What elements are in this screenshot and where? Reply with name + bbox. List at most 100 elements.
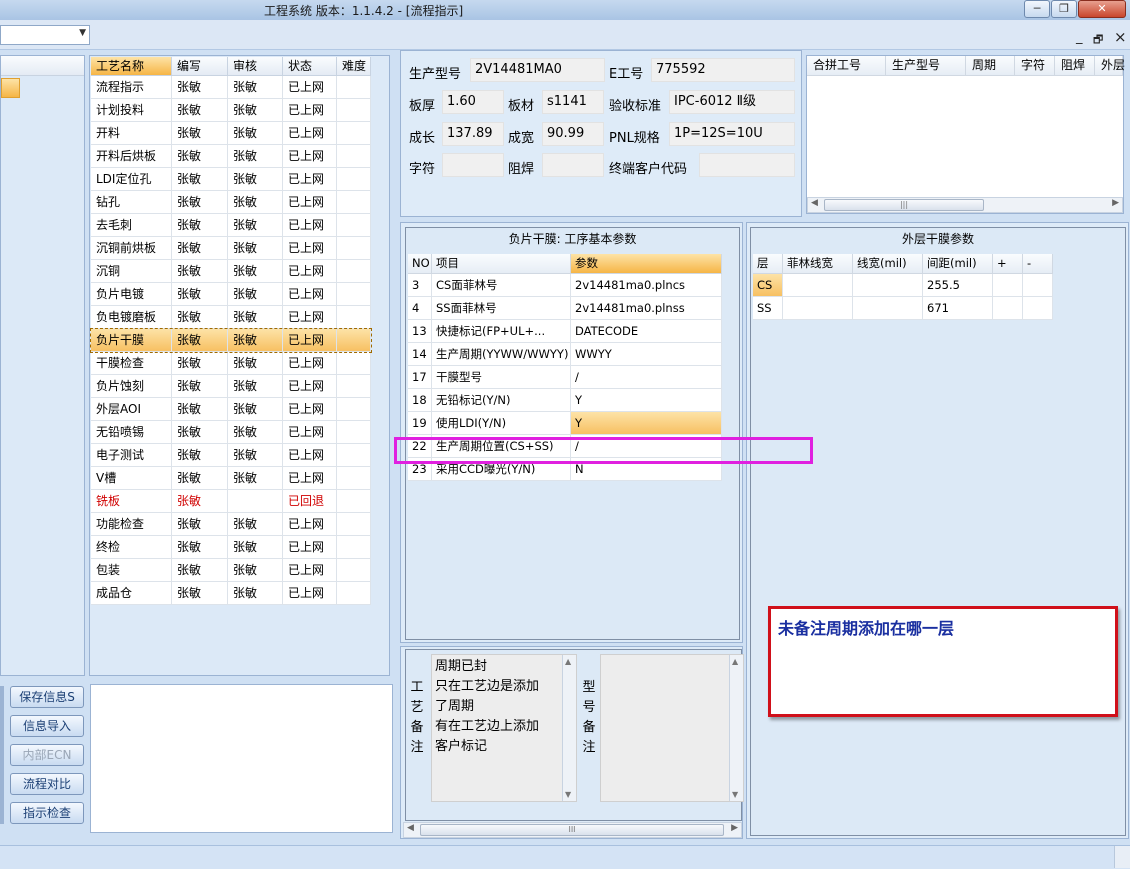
table-cell[interactable] — [783, 297, 853, 320]
combo-grid-header[interactable]: 阻焊 — [1055, 56, 1095, 76]
table-row[interactable]: CS 255.5 — [753, 274, 1053, 297]
params-header[interactable]: NO — [408, 254, 432, 274]
scroll-left-icon[interactable]: ◀ — [811, 198, 818, 208]
material-field[interactable]: s1141 — [542, 90, 604, 114]
outer-header[interactable]: 间距(mil) — [923, 254, 993, 274]
process-grid-header[interactable]: 难度 — [337, 57, 371, 76]
table-cell[interactable]: DATECODE — [571, 320, 722, 343]
model-note-textarea[interactable]: ▲ ▼ — [600, 654, 744, 802]
combo-grid-hscroll[interactable]: ◀ ||| ▶ — [807, 197, 1123, 213]
table-cell[interactable]: / — [571, 366, 722, 389]
process-note-vscroll[interactable]: ▲ ▼ — [562, 655, 576, 801]
table-row[interactable]: LDI定位孔 张敏 张敏 已上网 — [91, 168, 371, 191]
table-cell[interactable]: WWYY — [571, 343, 722, 366]
model-note-vscroll[interactable]: ▲ ▼ — [729, 655, 743, 801]
import-info-button[interactable]: 信息导入 — [10, 715, 84, 737]
combo-grid-header[interactable]: 外层 — [1095, 56, 1125, 76]
scroll-left-icon[interactable]: ◀ — [407, 823, 414, 833]
table-row[interactable]: 沉铜 张敏 张敏 已上网 — [91, 260, 371, 283]
table-row[interactable]: 开料后烘板 张敏 张敏 已上网 — [91, 145, 371, 168]
scroll-right-icon[interactable]: ▶ — [731, 823, 738, 833]
model-field[interactable]: 2V14481MA0 — [470, 58, 605, 82]
end-customer-field[interactable] — [699, 153, 795, 177]
combo-grid-header[interactable]: 生产型号 — [886, 56, 966, 76]
table-row[interactable]: 干膜检查 张敏 张敏 已上网 — [91, 352, 371, 375]
table-cell[interactable]: 255.5 — [923, 274, 993, 297]
combo-grid-header[interactable]: 周期 — [966, 56, 1015, 76]
mdi-minimize-button[interactable]: _ — [1076, 30, 1083, 45]
scroll-down-icon[interactable]: ▼ — [565, 790, 571, 799]
table-row[interactable]: 无铅喷锡 张敏 张敏 已上网 — [91, 421, 371, 444]
table-row[interactable]: 功能检查 张敏 张敏 已上网 — [91, 513, 371, 536]
table-row[interactable]: 开料 张敏 张敏 已上网 — [91, 122, 371, 145]
table-row[interactable]: 电子测试 张敏 张敏 已上网 — [91, 444, 371, 467]
outer-header[interactable]: 层 — [753, 254, 783, 274]
table-row[interactable]: 钻孔 张敏 张敏 已上网 — [91, 191, 371, 214]
process-grid-header[interactable]: 审核 — [228, 57, 283, 76]
module-select[interactable]: ▼ — [0, 25, 90, 45]
mdi-close-button[interactable]: × — [1114, 28, 1127, 46]
table-cell[interactable]: Y — [571, 412, 722, 435]
table-row[interactable]: 流程指示 张敏 张敏 已上网 — [91, 76, 371, 99]
combo-grid-header[interactable]: 合拼工号 — [807, 56, 886, 76]
standard-field[interactable]: IPC-6012 Ⅱ级 — [669, 90, 795, 114]
mdi-restore-button[interactable]: 🗗 — [1093, 31, 1103, 50]
table-row[interactable]: 负片蚀刻 张敏 张敏 已上网 — [91, 375, 371, 398]
table-cell[interactable] — [993, 274, 1023, 297]
process-grid-header[interactable]: 状态 — [283, 57, 337, 76]
scroll-down-icon[interactable]: ▼ — [732, 790, 738, 799]
table-cell[interactable] — [853, 297, 923, 320]
thickness-field[interactable]: 1.60 — [442, 90, 504, 114]
table-row[interactable]: 14 生产周期(YYWW/WWYY) WWYY — [408, 343, 722, 366]
table-cell[interactable]: 2v14481ma0.plncs — [571, 274, 722, 297]
flow-compare-button[interactable]: 流程对比 — [10, 773, 84, 795]
outer-header[interactable]: 菲林线宽 — [783, 254, 853, 274]
process-grid-header[interactable]: 工艺名称 — [91, 57, 172, 76]
notes-scroll-thumb[interactable]: III — [420, 824, 724, 836]
table-cell[interactable] — [1023, 274, 1053, 297]
table-row[interactable]: 18 无铅标记(Y/N) Y — [408, 389, 722, 412]
table-row[interactable]: 包装 张敏 张敏 已上网 — [91, 559, 371, 582]
process-note-textarea[interactable]: 周期已封 只在工艺边是添加 了周期 有在工艺边上添加 客户标记 ▲ ▼ — [431, 654, 577, 802]
outer-header[interactable]: 线宽(mil) — [853, 254, 923, 274]
table-row[interactable]: 去毛刺 张敏 张敏 已上网 — [91, 214, 371, 237]
close-button[interactable]: ✕ — [1078, 0, 1126, 18]
process-grid-header[interactable]: 编写 — [172, 57, 228, 76]
table-cell[interactable] — [853, 274, 923, 297]
scroll-up-icon[interactable]: ▲ — [732, 657, 738, 666]
table-row[interactable]: 负电镀磨板 张敏 张敏 已上网 — [91, 306, 371, 329]
scroll-right-icon[interactable]: ▶ — [1112, 198, 1119, 208]
table-row[interactable]: 成品仓 张敏 张敏 已上网 — [91, 582, 371, 605]
info-textbox[interactable] — [90, 684, 393, 833]
indication-check-button[interactable]: 指示检查 — [10, 802, 84, 824]
table-row[interactable]: 计划投料 张敏 张敏 已上网 — [91, 99, 371, 122]
table-cell[interactable]: 2v14481ma0.plnss — [571, 297, 722, 320]
combo-grid-header[interactable]: 字符 — [1015, 56, 1055, 76]
internal-ecn-button[interactable]: 内部ECN — [10, 744, 84, 766]
table-row[interactable]: 负片电镀 张敏 张敏 已上网 — [91, 283, 371, 306]
table-cell[interactable] — [993, 297, 1023, 320]
outer-header[interactable]: - — [1023, 254, 1053, 274]
combo-scroll-thumb[interactable]: ||| — [824, 199, 984, 211]
table-cell[interactable] — [783, 274, 853, 297]
table-cell[interactable]: Y — [571, 389, 722, 412]
params-header[interactable]: 参数 — [571, 254, 722, 274]
table-row[interactable]: 沉铜前烘板 张敏 张敏 已上网 — [91, 237, 371, 260]
table-row[interactable]: 4 SS面菲林号 2v14481ma0.plnss — [408, 297, 722, 320]
table-row[interactable]: 铣板 张敏 已回退 — [91, 490, 371, 513]
table-row[interactable]: 3 CS面菲林号 2v14481ma0.plncs — [408, 274, 722, 297]
table-row[interactable]: SS 671 — [753, 297, 1053, 320]
table-row[interactable]: 外层AOI 张敏 张敏 已上网 — [91, 398, 371, 421]
e-no-field[interactable]: 775592 — [651, 58, 795, 82]
table-row[interactable]: 17 干膜型号 / — [408, 366, 722, 389]
table-row[interactable]: 19 使用LDI(Y/N) Y — [408, 412, 722, 435]
table-row[interactable]: 负片干膜 张敏 张敏 已上网 — [90, 328, 372, 353]
mask-field[interactable] — [542, 153, 604, 177]
scroll-up-icon[interactable]: ▲ — [565, 657, 571, 666]
save-info-button[interactable]: 保存信息S — [10, 686, 84, 708]
length-field[interactable]: 137.89 — [442, 122, 504, 146]
pnl-field[interactable]: 1P=12S=10U — [669, 122, 795, 146]
table-row[interactable]: V槽 张敏 张敏 已上网 — [91, 467, 371, 490]
char-field[interactable] — [442, 153, 504, 177]
restore-button[interactable]: ❐ — [1051, 0, 1077, 18]
